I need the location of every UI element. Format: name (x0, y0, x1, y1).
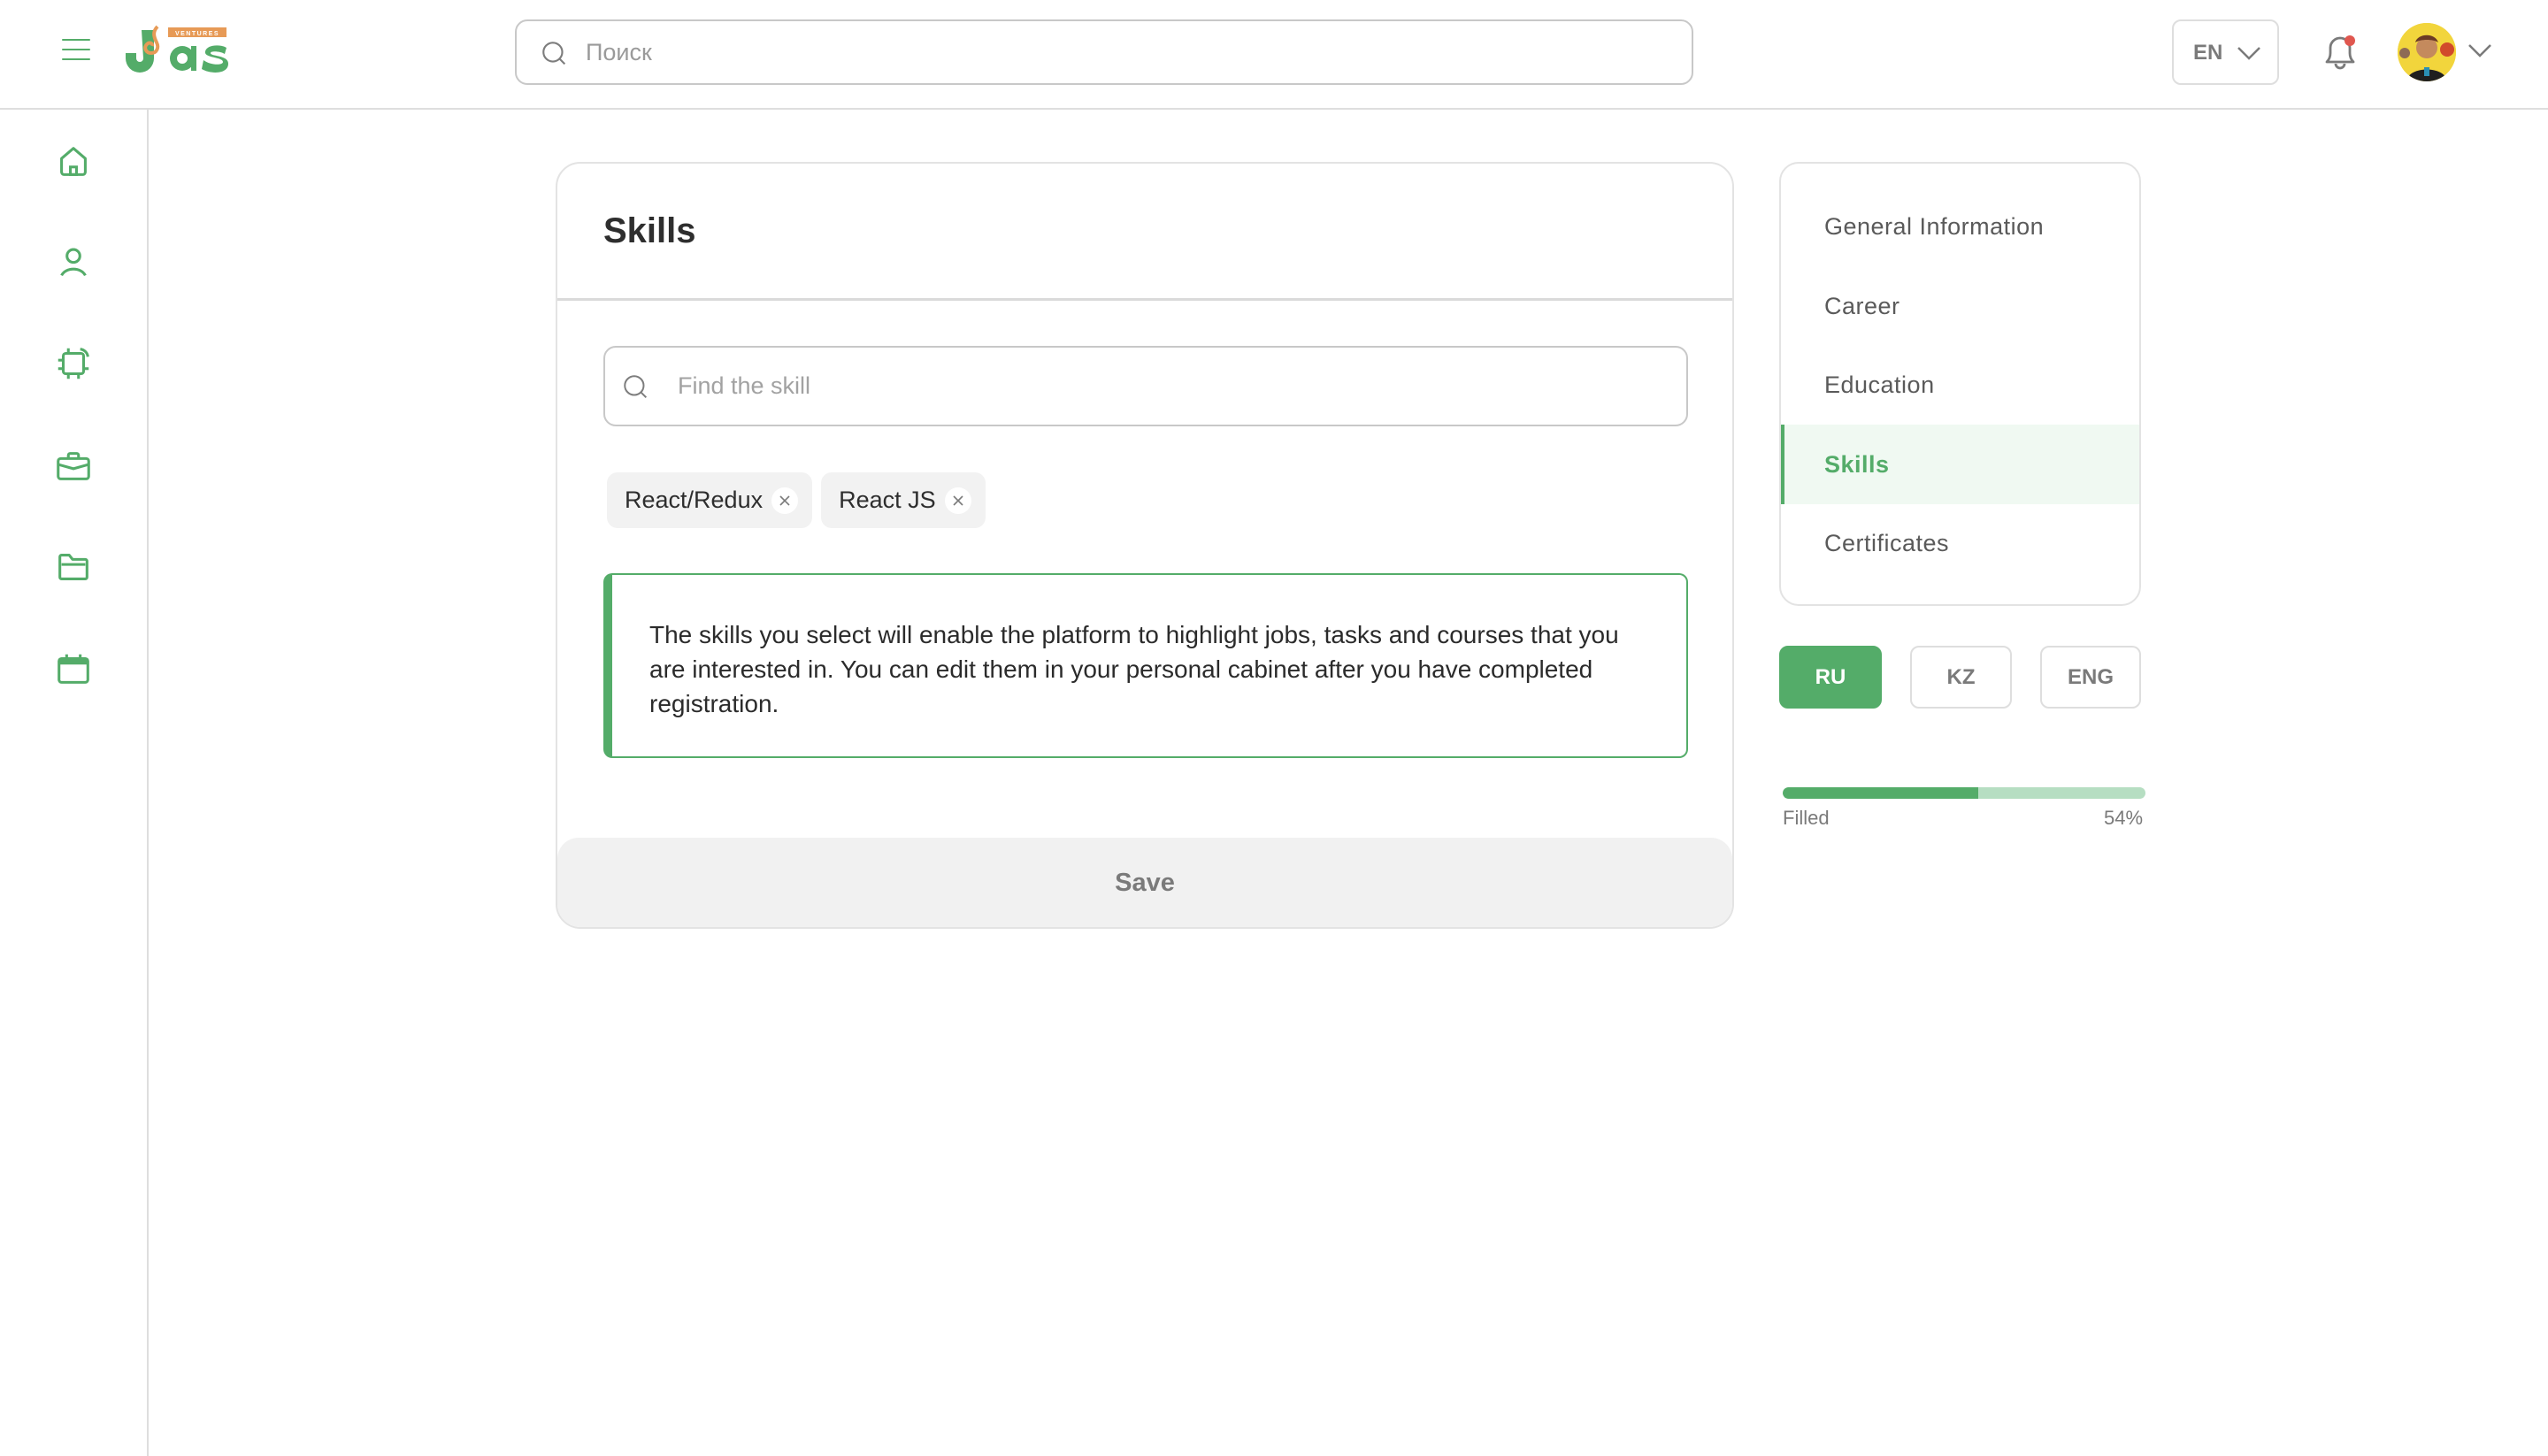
skill-search[interactable] (603, 346, 1688, 426)
selected-language: EN (2193, 41, 2223, 65)
sidebar-item-home[interactable] (46, 134, 101, 189)
profile-completion-bar (1783, 787, 2145, 799)
nav-item-education[interactable]: Education (1781, 345, 2139, 425)
menu-toggle-button[interactable] (60, 37, 92, 62)
nav-item-general-information[interactable]: General Information (1781, 187, 2139, 266)
interface-language-select[interactable]: EN (2172, 19, 2279, 85)
content-language-switcher: RU KZ ENG (1779, 646, 2141, 709)
language-button-kz[interactable]: KZ (1910, 646, 2012, 709)
menu-icon-bar (62, 49, 90, 50)
profile-completion-fill (1783, 787, 1979, 799)
skills-card: Skills React/Redux React JS (556, 162, 1734, 929)
remove-skill-button[interactable] (944, 487, 971, 514)
logo-icon: VENTURES (126, 25, 228, 73)
logo-tagline: VENTURES (175, 31, 219, 37)
progress-value: 54% (2104, 807, 2144, 829)
menu-icon-bar (62, 39, 90, 41)
skill-chip-label: React JS (839, 487, 936, 513)
notification-dot (2345, 35, 2355, 46)
global-search[interactable] (515, 19, 1693, 85)
search-icon (624, 375, 648, 399)
progress-label: Filled (1783, 807, 1830, 829)
user-icon (60, 248, 87, 277)
page-title: Skills (603, 211, 696, 250)
info-text: The skills you select will enable the pl… (649, 621, 1619, 717)
card-header: Skills (557, 164, 1732, 301)
save-button[interactable]: Save (557, 838, 1732, 927)
selected-skills: React/Redux React JS (607, 472, 986, 528)
language-button-eng[interactable]: ENG (2040, 646, 2141, 709)
home-icon (60, 147, 87, 176)
top-header: VENTURES EN (0, 0, 2548, 110)
sidebar-item-jobs[interactable] (46, 439, 101, 494)
avatar-image (2398, 23, 2456, 81)
skill-search-input[interactable] (678, 348, 1669, 425)
skill-chip: React/Redux (607, 472, 813, 528)
remove-skill-button[interactable] (771, 487, 799, 514)
close-icon (779, 494, 790, 506)
briefcase-icon (57, 452, 90, 480)
close-icon (953, 494, 963, 506)
profile-sections-nav: General Information Career Education Ski… (1779, 162, 2141, 606)
chevron-down-icon (2237, 47, 2260, 60)
bell-icon (2325, 35, 2355, 70)
sidebar-item-profile[interactable] (46, 235, 101, 290)
skill-chip-label: React/Redux (625, 487, 764, 513)
folder-icon (58, 554, 88, 580)
calendar-icon (58, 654, 89, 684)
nav-item-career[interactable]: Career (1781, 266, 2139, 346)
profile-menu-chevron-icon[interactable] (2467, 41, 2493, 60)
nav-item-certificates[interactable]: Certificates (1781, 503, 2139, 583)
sidebar-item-calendar[interactable] (46, 642, 101, 697)
info-notice: The skills you select will enable the pl… (603, 573, 1688, 758)
global-search-input[interactable] (586, 21, 1665, 83)
chip-icon (58, 348, 89, 379)
user-avatar[interactable] (2398, 23, 2456, 81)
sidebar-item-tasks[interactable] (46, 336, 101, 391)
menu-icon-bar (62, 58, 90, 60)
notifications-button[interactable] (2316, 27, 2364, 76)
search-icon (542, 42, 566, 65)
nav-item-skills[interactable]: Skills (1781, 425, 2139, 504)
skill-chip: React JS (821, 472, 986, 528)
language-button-ru[interactable]: RU (1779, 646, 1882, 709)
jas-ventures-logo[interactable]: VENTURES (122, 25, 230, 76)
sidebar (0, 110, 149, 1456)
sidebar-item-projects[interactable] (46, 540, 101, 594)
